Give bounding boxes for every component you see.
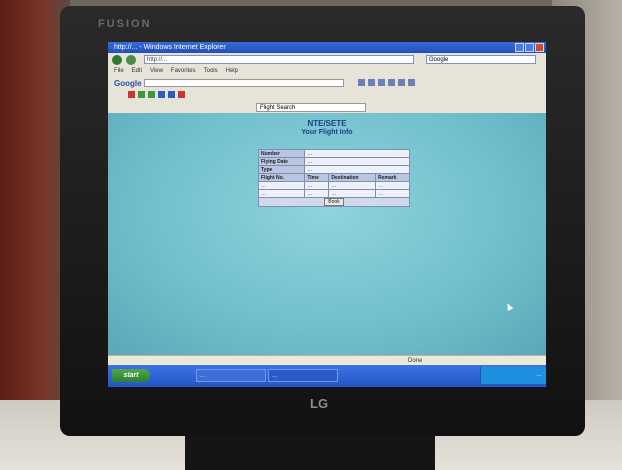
system-tray: …: [480, 367, 546, 384]
toolbar-icon[interactable]: [358, 79, 365, 86]
page-title: NTE/SETE: [307, 119, 347, 128]
menu-tools[interactable]: Tools: [204, 68, 218, 74]
search-box[interactable]: Google: [426, 55, 536, 64]
flight-remark: …: [375, 181, 410, 190]
field-label: Flying Date: [257, 157, 306, 166]
menu-favorites[interactable]: Favorites: [171, 68, 196, 74]
flight-remark: …: [375, 189, 410, 198]
minimize-button[interactable]: [515, 43, 524, 52]
tab-active[interactable]: Flight Search: [256, 103, 366, 112]
monitor-logo: LG: [310, 396, 329, 411]
flight-time: …: [304, 181, 330, 190]
google-logo: Google: [114, 79, 142, 88]
start-button[interactable]: start: [112, 369, 150, 382]
menu-view[interactable]: View: [150, 68, 163, 74]
taskbar-item[interactable]: …: [196, 369, 266, 382]
column-header: Time: [304, 173, 330, 182]
taskbar-item[interactable]: …: [268, 369, 338, 382]
back-arrow-icon[interactable]: [112, 55, 122, 65]
link-icon[interactable]: [148, 91, 155, 98]
monitor-stand: [185, 435, 435, 470]
navigation-bar: http://... Google: [108, 53, 546, 68]
window-titlebar: http://... - Windows Internet Explorer: [108, 42, 546, 53]
toolbar-icon[interactable]: [368, 79, 375, 86]
taskbar: start … … …: [108, 365, 546, 387]
flight-time: …: [304, 189, 330, 198]
field-value[interactable]: …: [304, 165, 410, 174]
link-icon[interactable]: [128, 91, 135, 98]
link-icon[interactable]: [178, 91, 185, 98]
column-header: Flight No.: [257, 173, 306, 182]
toolbar-icon[interactable]: [398, 79, 405, 86]
table-header-row: Flight No. Time Destination Remark: [257, 173, 410, 182]
screen: http://... - Windows Internet Explorer h…: [108, 42, 546, 387]
page-subtitle: Your Flight Info: [301, 129, 353, 136]
flight-destination: …: [328, 189, 377, 198]
toolbar-icon[interactable]: [388, 79, 395, 86]
forward-arrow-icon[interactable]: [126, 55, 136, 65]
field-label: Number: [257, 149, 306, 158]
flight-no: …: [257, 189, 306, 198]
address-bar[interactable]: http://...: [144, 55, 414, 64]
form-actions-row: Book: [258, 197, 410, 207]
flight-form: Number … Flying Date … Type … Flight No.…: [257, 149, 410, 207]
column-header: Remark: [375, 173, 410, 182]
menu-edit[interactable]: Edit: [132, 68, 142, 74]
toolbar-icon[interactable]: [408, 79, 415, 86]
clock: …: [536, 372, 542, 378]
links-icons: [128, 91, 185, 98]
flight-no: …: [257, 181, 306, 190]
google-search-input[interactable]: [144, 79, 344, 87]
links-toolbar: [108, 89, 546, 103]
field-value[interactable]: …: [304, 149, 410, 158]
form-row: Flying Date …: [257, 157, 410, 166]
toolbar-icons: [358, 79, 415, 86]
window-title: http://... - Windows Internet Explorer: [114, 44, 226, 51]
form-row: Number …: [257, 149, 410, 158]
link-icon[interactable]: [168, 91, 175, 98]
page-content: NTE/SETE Your Flight Info Number … Flyin…: [108, 113, 546, 355]
table-row: … … … …: [257, 189, 410, 198]
form-row: Type …: [257, 165, 410, 174]
table-row: … … … …: [257, 181, 410, 190]
flight-destination: …: [328, 181, 377, 190]
field-label: Type: [257, 165, 306, 174]
monitor-brand: FUSION: [98, 18, 152, 30]
toolbar-icon[interactable]: [378, 79, 385, 86]
window-controls: [515, 43, 544, 52]
link-icon[interactable]: [138, 91, 145, 98]
monitor-bezel: FUSION LG http://... - Windows Internet …: [60, 6, 585, 436]
mouse-pointer-icon: [504, 302, 514, 311]
menu-file[interactable]: File: [114, 68, 124, 74]
menu-help[interactable]: Help: [226, 68, 238, 74]
field-value[interactable]: …: [304, 157, 410, 166]
maximize-button[interactable]: [525, 43, 534, 52]
column-header: Destination: [328, 173, 377, 182]
book-button[interactable]: Book: [324, 198, 344, 206]
close-button[interactable]: [535, 43, 544, 52]
link-icon[interactable]: [158, 91, 165, 98]
